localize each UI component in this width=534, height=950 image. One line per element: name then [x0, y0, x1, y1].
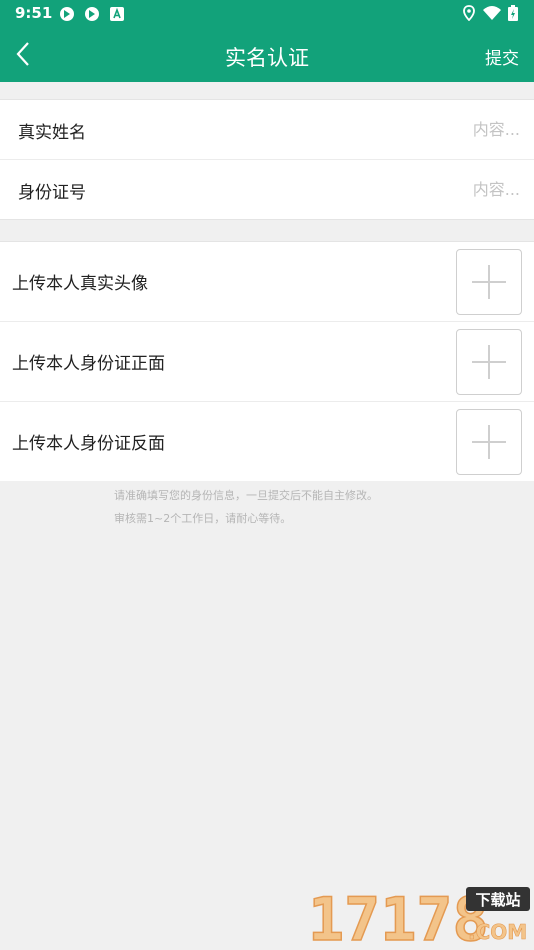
- watermark-number: 17178: [308, 886, 489, 944]
- upload-id-front-button[interactable]: [456, 329, 522, 395]
- watermark-badge: 下载站: [475, 891, 520, 909]
- name-row: 真实姓名: [0, 100, 534, 160]
- id-number-field[interactable]: [378, 179, 522, 200]
- app-notification-icon: [59, 6, 74, 21]
- upload-avatar-label: 上传本人真实头像: [12, 274, 148, 294]
- app-bar: 实名认证 提交: [0, 27, 534, 82]
- watermark-logo: 17178 下载站 .COM: [306, 884, 532, 950]
- id-number-label: 身份证号: [18, 183, 86, 203]
- upload-row-avatar: 上传本人真实头像: [0, 242, 534, 322]
- tip-line-1: 请准确填写您的身份信息，一旦提交后不能自主修改。: [114, 489, 378, 502]
- upload-row-id-front: 上传本人身份证正面: [0, 322, 534, 402]
- submit-button[interactable]: 提交: [485, 44, 519, 69]
- upload-row-id-back: 上传本人身份证反面: [0, 402, 534, 481]
- upload-avatar-button[interactable]: [456, 249, 522, 315]
- tip-line-2: 审核需1~2个工作日，请耐心等待。: [114, 512, 292, 525]
- upload-id-back-label: 上传本人身份证反面: [12, 434, 165, 454]
- upload-id-front-label: 上传本人身份证正面: [12, 354, 165, 374]
- name-label: 真实姓名: [18, 123, 86, 143]
- plus-icon: [472, 345, 506, 379]
- upload-id-back-button[interactable]: [456, 409, 522, 475]
- upload-section: 上传本人真实头像 上传本人身份证正面 上传本人身份证反面: [0, 241, 534, 481]
- wifi-icon: [483, 5, 501, 21]
- id-number-row: 身份证号: [0, 160, 534, 219]
- plus-icon: [472, 425, 506, 459]
- watermark-suffix: .COM: [468, 920, 527, 944]
- battery-charging-icon: [508, 5, 518, 21]
- identity-form: 真实姓名 身份证号: [0, 99, 534, 220]
- name-field[interactable]: [378, 119, 522, 140]
- location-icon: [463, 5, 475, 22]
- status-bar: 9:51: [0, 0, 534, 27]
- status-time: 9:51: [15, 4, 53, 22]
- plus-icon: [472, 265, 506, 299]
- page-title: 实名认证: [225, 46, 309, 70]
- text-a-icon: [110, 6, 125, 21]
- app-notification-icon: [84, 6, 99, 21]
